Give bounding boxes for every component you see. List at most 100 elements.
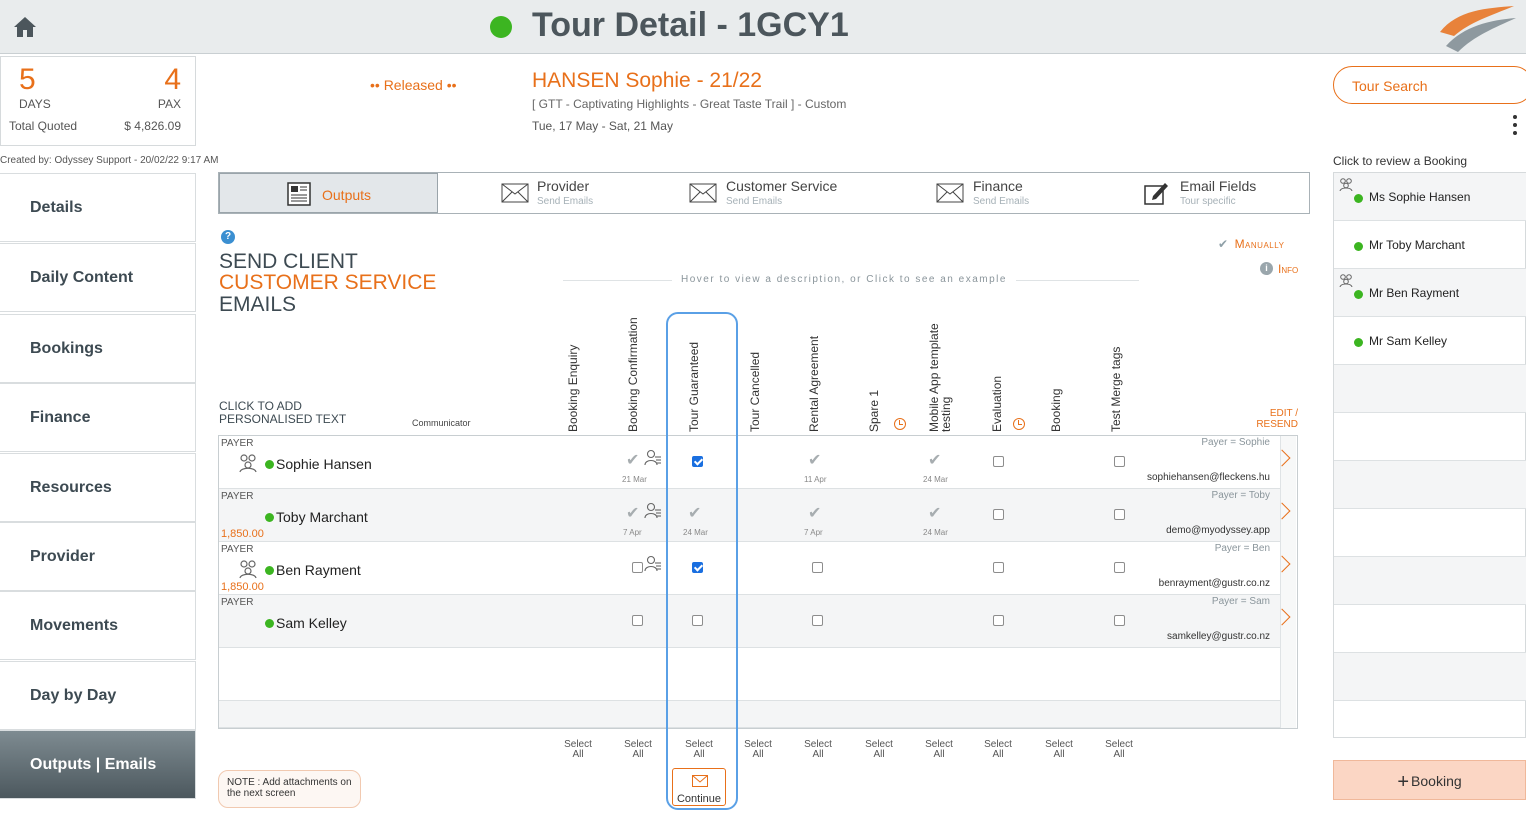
booking-list-name: Ms Sophie Hansen <box>1369 190 1471 204</box>
select-all-mobile-app[interactable]: Select All <box>919 740 959 760</box>
click-to-add-text[interactable]: CLICK TO ADD PERSONALISED TEXT <box>219 400 346 426</box>
email-address: benrayment@gustr.co.nz <box>1158 578 1270 589</box>
person-icon[interactable] <box>644 555 662 573</box>
group-icon <box>239 454 257 473</box>
tab-customer-service[interactable]: Customer Service Send Emails <box>639 173 889 213</box>
clock-icon[interactable] <box>894 418 906 430</box>
passenger-name[interactable]: Ben Rayment <box>276 562 361 578</box>
top-bar: Tour Detail - 1GCY1 <box>0 0 1526 54</box>
tab-finance[interactable]: Finance Send Emails <box>889 173 1109 213</box>
email-checkbox[interactable] <box>993 562 1004 573</box>
select-all-tour-cancelled[interactable]: Select All <box>738 740 778 760</box>
sidebar-item-provider[interactable]: Provider <box>0 522 196 591</box>
email-checkbox[interactable] <box>993 509 1004 520</box>
add-booking-button[interactable]: + Booking <box>1333 760 1526 800</box>
status-dot <box>1354 290 1363 299</box>
email-checkbox[interactable] <box>812 562 823 573</box>
more-options-icon[interactable] <box>1513 115 1519 139</box>
payer-info: Payer = Sophie <box>1201 437 1270 448</box>
passenger-name[interactable]: Sophie Hansen <box>276 456 372 472</box>
tab-provider-sub: Send Emails <box>537 196 594 207</box>
sidebar-item-details[interactable]: Details <box>0 173 196 242</box>
email-checkbox[interactable] <box>993 615 1004 626</box>
select-all-booking[interactable]: Select All <box>1039 740 1079 760</box>
column-header-booking-confirmation[interactable]: Booking Confirmation <box>626 300 642 432</box>
email-checkbox[interactable] <box>812 615 823 626</box>
clock-icon[interactable] <box>1013 418 1025 430</box>
sidebar-item-outputs-emails[interactable]: Outputs | Emails <box>0 730 196 799</box>
booking-list-item[interactable]: Mr Toby Marchant <box>1334 221 1526 269</box>
column-header-test-merge-tags[interactable]: Test Merge tags <box>1109 300 1125 432</box>
column-header-booking-enquiry[interactable]: Booking Enquiry <box>566 300 582 432</box>
payer-info: Payer = Ben <box>1214 543 1270 554</box>
email-checkbox[interactable] <box>632 615 643 626</box>
tab-email-fields[interactable]: Email Fields Tour specific <box>1109 173 1309 213</box>
review-booking-label: Click to review a Booking <box>1333 154 1468 168</box>
sent-date: 7 Apr <box>804 528 823 537</box>
email-address: sophiehansen@fleckens.hu <box>1146 472 1270 483</box>
tab-provider[interactable]: Provider Send Emails <box>439 173 639 213</box>
passenger-name[interactable]: Toby Marchant <box>276 509 368 525</box>
select-all-rental-agreement[interactable]: Select All <box>798 740 838 760</box>
column-header-spare-1[interactable]: Spare 1 <box>867 300 883 432</box>
email-checkbox[interactable] <box>993 456 1004 467</box>
email-address: samkelley@gustr.co.nz <box>1167 631 1270 642</box>
booking-list-item[interactable]: Mr Ben Rayment <box>1334 269 1526 317</box>
email-checkbox[interactable] <box>1114 615 1125 626</box>
column-header-evaluation[interactable]: Evaluation <box>990 300 1006 432</box>
email-checkbox[interactable] <box>1114 509 1125 520</box>
sent-date: 21 Mar <box>622 475 647 484</box>
select-all-booking-confirmation[interactable]: Select All <box>618 740 658 760</box>
click-add-line2: PERSONALISED TEXT <box>219 412 347 426</box>
home-icon[interactable] <box>12 14 38 40</box>
info-link[interactable]: Info <box>1278 262 1298 276</box>
booking-list-item[interactable]: Ms Sophie Hansen <box>1334 173 1526 221</box>
column-header-booking[interactable]: Booking <box>1049 300 1065 432</box>
tab-outputs-label: Outputs <box>322 187 372 203</box>
select-all-spare-1[interactable]: Select All <box>859 740 899 760</box>
person-icon[interactable] <box>644 502 662 520</box>
booking-list-item[interactable]: Mr Sam Kelley <box>1334 317 1526 365</box>
check-icon: ✔ <box>626 505 640 522</box>
status-dot <box>1354 338 1363 347</box>
payer-info: Payer = Toby <box>1211 490 1270 501</box>
column-header-tour-cancelled[interactable]: Tour Cancelled <box>748 300 764 432</box>
section-title-line2: CUSTOMER SERVICE <box>219 271 437 294</box>
email-checkbox[interactable] <box>1114 456 1125 467</box>
select-all-evaluation[interactable]: Select All <box>978 740 1018 760</box>
sidebar-item-day-by-day[interactable]: Day by Day <box>0 661 196 730</box>
edit-resend-label: EDIT / RESEND <box>1256 408 1298 430</box>
pax-value: 4 <box>164 63 181 96</box>
manually-toggle[interactable]: ✔ Manually <box>1218 237 1284 251</box>
select-all-test-merge-tags[interactable]: Select All <box>1099 740 1139 760</box>
hover-hint: Hover to view a description, or Click to… <box>672 274 1016 285</box>
help-icon[interactable]: ? <box>221 230 235 244</box>
tab-email-fields-sub: Tour specific <box>1180 196 1236 207</box>
sidebar-item-finance[interactable]: Finance <box>0 383 196 452</box>
email-checkbox[interactable] <box>632 562 643 573</box>
check-icon: ✔ <box>808 505 822 522</box>
table-row: PAYER Ben Rayment 1,850.00 Payer = Ben b… <box>219 542 1291 595</box>
sidebar-item-bookings[interactable]: Bookings <box>0 314 196 383</box>
booking-list-item-empty <box>1334 413 1526 461</box>
sidebar-item-movements[interactable]: Movements <box>0 591 196 660</box>
column-header-mobile-app[interactable]: Mobile App template testing <box>927 300 956 432</box>
column-header-rental-agreement[interactable]: Rental Agreement <box>807 300 823 432</box>
check-icon: ✔ <box>626 452 640 469</box>
status-dot <box>265 460 274 469</box>
tab-outputs[interactable]: Outputs <box>219 173 438 213</box>
sidebar-item-resources[interactable]: Resources <box>0 453 196 522</box>
sidebar-item-daily-content[interactable]: Daily Content <box>0 243 196 312</box>
scrollbar[interactable] <box>1280 436 1296 728</box>
status-dot <box>265 566 274 575</box>
tour-search-button[interactable]: Tour Search <box>1333 66 1526 104</box>
total-quoted-label: Total Quoted <box>9 119 78 133</box>
person-icon[interactable] <box>644 449 662 467</box>
select-all-booking-enquiry[interactable]: Select All <box>558 740 598 760</box>
page-title: Tour Detail - 1GCY1 <box>532 6 849 44</box>
info-icon[interactable]: i <box>1260 262 1273 275</box>
email-checkbox[interactable] <box>1114 562 1125 573</box>
section-title-line3: EMAILS <box>219 293 297 316</box>
passenger-name[interactable]: Sam Kelley <box>276 615 347 631</box>
booking-list-item-empty <box>1334 461 1526 509</box>
